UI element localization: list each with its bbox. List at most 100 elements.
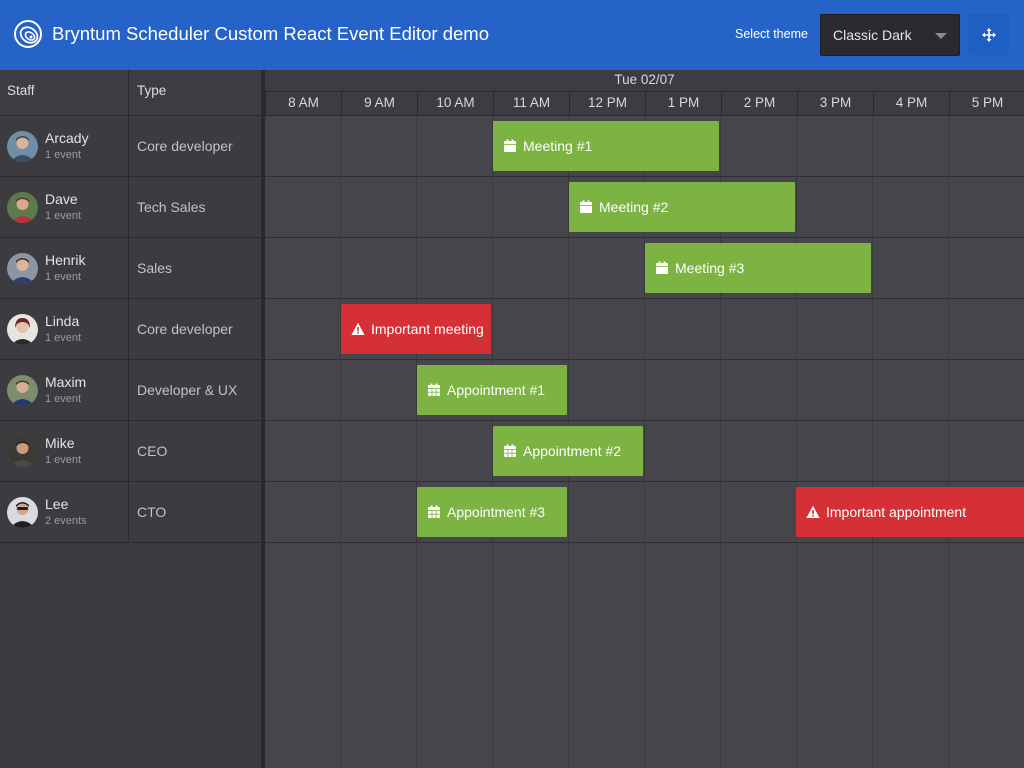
event-bar[interactable]: Important appointment <box>796 487 1024 537</box>
hour-label: 12 PM <box>569 92 645 116</box>
event-name: Meeting #1 <box>523 138 593 154</box>
row-line <box>265 359 1024 360</box>
event-bar[interactable]: Appointment #3 <box>417 487 567 537</box>
grid-row[interactable]: Lee 2 events CTO <box>0 482 261 543</box>
staff-name: Arcady <box>45 130 89 146</box>
timeline-date-header: Tue 02/07 <box>265 70 1024 92</box>
event-name: Appointment #3 <box>447 504 546 520</box>
type-cell: CEO <box>137 443 168 459</box>
type-cell: Sales <box>137 260 173 276</box>
fullscreen-button[interactable] <box>968 14 1009 55</box>
event-bar[interactable]: Meeting #2 <box>569 182 795 232</box>
event-name: Important meeting <box>371 321 484 337</box>
hour-label: 3 PM <box>797 92 873 116</box>
chevron-down-icon[interactable] <box>935 33 947 39</box>
hour-label: 11 AM <box>493 92 569 116</box>
staff-cell: Henrik 1 event <box>0 238 129 298</box>
grid-line <box>872 116 873 768</box>
grid-line <box>948 116 949 768</box>
row-line <box>265 542 1024 543</box>
hour-label: 9 AM <box>341 92 417 116</box>
bryntum-logo-icon <box>14 20 42 48</box>
staff-name: Mike <box>45 435 75 451</box>
staff-cell: Arcady 1 event <box>0 116 129 176</box>
type-cell: Core developer <box>137 321 233 337</box>
calendar-grid-icon <box>504 444 516 457</box>
grid-row[interactable]: Arcady 1 event Core developer <box>0 116 261 177</box>
timeline[interactable]: Tue 02/07 8 AM 9 AM 10 AM 11 AM 12 PM 1 … <box>265 70 1024 768</box>
grid-line <box>796 116 797 768</box>
hour-label: 10 AM <box>417 92 493 116</box>
theme-select-value: Classic Dark <box>833 27 912 43</box>
hour-label: 2 PM <box>721 92 797 116</box>
staff-event-count: 2 events <box>45 515 87 527</box>
hour-label: 1 PM <box>645 92 721 116</box>
type-cell: Core developer <box>137 138 233 154</box>
avatar <box>7 375 38 406</box>
staff-cell: Lee 2 events <box>0 482 129 542</box>
column-header-staff[interactable]: Staff <box>0 70 129 116</box>
staff-name: Maxim <box>45 374 87 390</box>
staff-event-count: 1 event <box>45 149 82 161</box>
event-name: Important appointment <box>826 504 967 520</box>
staff-cell: Dave 1 event <box>0 177 129 237</box>
row-line <box>265 420 1024 421</box>
staff-event-count: 1 event <box>45 393 82 405</box>
staff-name: Linda <box>45 313 80 329</box>
staff-cell: Linda 1 event <box>0 299 129 359</box>
type-cell: Developer & UX <box>137 382 238 398</box>
timeline-hours-header: 8 AM 9 AM 10 AM 11 AM 12 PM 1 PM 2 PM 3 … <box>265 92 1024 116</box>
avatar <box>7 131 38 162</box>
event-name: Appointment #2 <box>523 443 622 459</box>
staff-cell: Mike 1 event <box>0 421 129 481</box>
staff-name: Dave <box>45 191 78 207</box>
grid-row[interactable]: Henrik 1 event Sales <box>0 238 261 299</box>
event-bar[interactable]: Meeting #3 <box>645 243 871 293</box>
grid-header: Staff Type <box>0 70 261 116</box>
staff-name: Lee <box>45 496 69 512</box>
event-name: Appointment #1 <box>447 382 546 398</box>
grid-row[interactable]: Linda 1 event Core developer <box>0 299 261 360</box>
avatar <box>7 436 38 467</box>
grid-row[interactable]: Maxim 1 event Developer & UX <box>0 360 261 421</box>
move-arrows-icon <box>981 27 996 42</box>
select-theme-label: Select theme <box>735 27 808 41</box>
event-bar[interactable]: Important meeting <box>341 304 491 354</box>
event-name: Meeting #3 <box>675 260 745 276</box>
hour-label: 4 PM <box>873 92 949 116</box>
staff-cell: Maxim 1 event <box>0 360 129 420</box>
calendar-icon <box>656 261 668 274</box>
staff-event-count: 1 event <box>45 271 82 283</box>
warning-icon <box>806 505 820 518</box>
avatar <box>7 497 38 528</box>
theme-select[interactable]: Classic Dark <box>820 14 960 56</box>
avatar <box>7 314 38 345</box>
event-bar[interactable]: Appointment #2 <box>493 426 643 476</box>
row-line <box>265 298 1024 299</box>
hour-label: 8 AM <box>265 92 341 116</box>
grid-line <box>416 116 417 768</box>
type-cell: CTO <box>137 504 167 520</box>
calendar-grid-icon <box>428 383 440 396</box>
app-header: Bryntum Scheduler Custom React Event Edi… <box>0 0 1024 70</box>
type-cell: Tech Sales <box>137 199 206 215</box>
calendar-icon <box>504 139 516 152</box>
grid-row[interactable]: Mike 1 event CEO <box>0 421 261 482</box>
row-line <box>265 237 1024 238</box>
staff-event-count: 1 event <box>45 332 82 344</box>
row-line <box>265 481 1024 482</box>
event-bar[interactable]: Appointment #1 <box>417 365 567 415</box>
staff-event-count: 1 event <box>45 210 82 222</box>
staff-event-count: 1 event <box>45 454 82 466</box>
warning-icon <box>351 322 365 335</box>
avatar <box>7 253 38 284</box>
event-bar[interactable]: Meeting #1 <box>493 121 719 171</box>
row-line <box>265 176 1024 177</box>
column-header-type[interactable]: Type <box>129 70 261 116</box>
grid-line <box>340 116 341 768</box>
event-name: Meeting #2 <box>599 199 669 215</box>
calendar-grid-icon <box>428 505 440 518</box>
grid-row[interactable]: Dave 1 event Tech Sales <box>0 177 261 238</box>
avatar <box>7 192 38 223</box>
app-title: Bryntum Scheduler Custom React Event Edi… <box>52 23 489 44</box>
